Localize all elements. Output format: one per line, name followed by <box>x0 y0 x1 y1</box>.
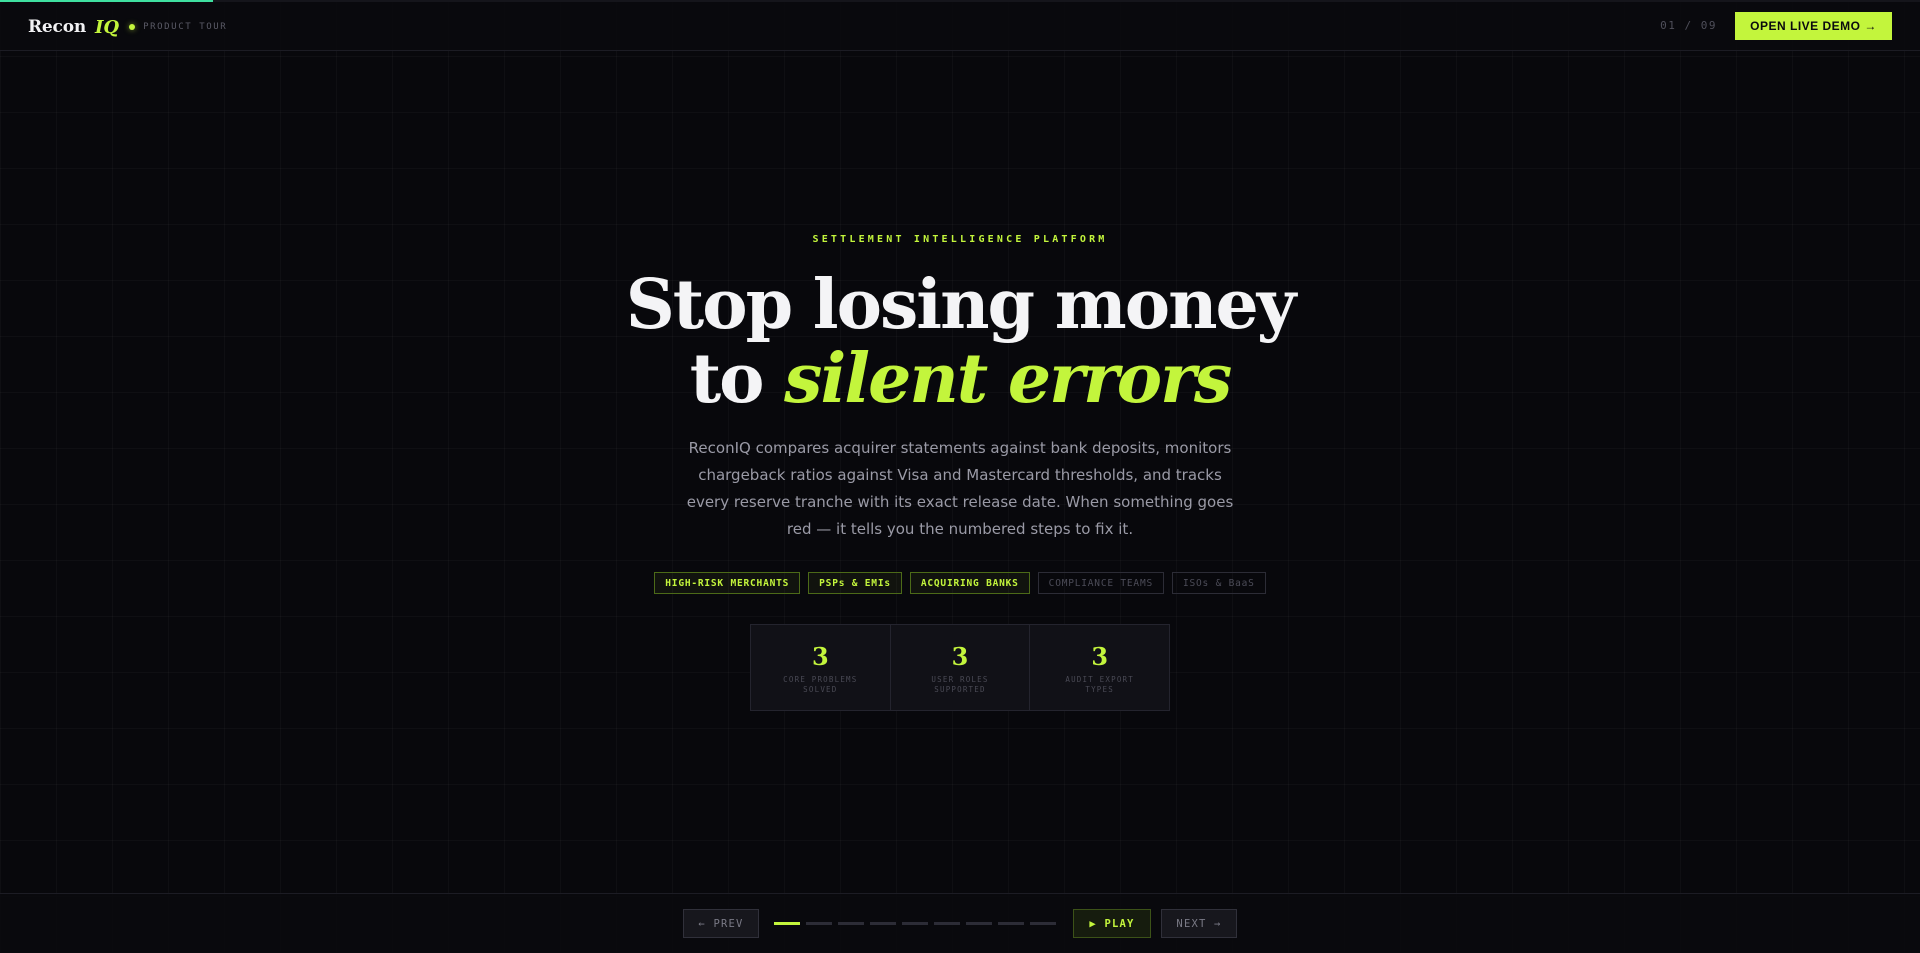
audience-chip[interactable]: ACQUIRING BANKS <box>909 572 1030 594</box>
headline-line-2-accent: silent errors <box>784 339 1232 419</box>
stat-value: 3 <box>1091 642 1109 671</box>
slide-dot[interactable] <box>806 922 832 925</box>
prev-button[interactable]: ← PREV <box>683 909 759 938</box>
audience-chip[interactable]: HIGH-RISK MERCHANTS <box>654 572 801 594</box>
slide-counter: 01 / 09 <box>1660 19 1717 32</box>
headline-line-1: Stop losing money <box>625 265 1297 345</box>
live-status-dot-icon <box>129 24 136 30</box>
stat-value: 3 <box>951 642 969 671</box>
brand-name: Recon <box>28 17 86 37</box>
stat-card: 3 USER ROLES SUPPORTED <box>891 625 1031 710</box>
brand-mark: IQ <box>95 16 120 38</box>
stat-value: 3 <box>811 642 829 671</box>
stat-card: 3 CORE PROBLEMS SOLVED <box>751 625 891 710</box>
slide-dot[interactable] <box>966 922 992 925</box>
slide-dot[interactable] <box>838 922 864 925</box>
next-button[interactable]: NEXT → <box>1161 909 1237 938</box>
audience-chip[interactable]: COMPLIANCE TEAMS <box>1037 572 1164 594</box>
slide-dot[interactable] <box>998 922 1024 925</box>
tour-navigation-bar: ← PREV ▶ PLAY NEXT → <box>0 893 1920 953</box>
audience-chip[interactable]: ISOs & BaaS <box>1171 572 1266 594</box>
slide-dot[interactable] <box>870 922 896 925</box>
slide-dot[interactable] <box>934 922 960 925</box>
audience-chip[interactable]: PSPs & EMIs <box>808 572 902 594</box>
brand[interactable]: Recon IQ PRODUCT TOUR <box>28 14 227 40</box>
stat-card: 3 AUDIT EXPORT TYPES <box>1030 625 1169 710</box>
top-bar: Recon IQ PRODUCT TOUR 01 / 09 OPEN LIVE … <box>0 2 1920 51</box>
play-button[interactable]: ▶ PLAY <box>1073 909 1151 938</box>
hero-description: ReconIQ compares acquirer statements aga… <box>686 439 1234 538</box>
stat-label: AUDIT EXPORT TYPES <box>1065 675 1134 694</box>
audience-chips: HIGH-RISK MERCHANTS PSPs & EMIs ACQUIRIN… <box>0 572 1920 594</box>
slide-dot[interactable] <box>774 922 800 925</box>
stat-label: USER ROLES SUPPORTED <box>931 675 989 694</box>
stats-panel: 3 CORE PROBLEMS SOLVED 3 USER ROLES SUPP… <box>750 624 1170 711</box>
stat-label: CORE PROBLEMS SOLVED <box>783 675 858 694</box>
brand-tag: PRODUCT TOUR <box>143 22 228 32</box>
slide-dot[interactable] <box>902 922 928 925</box>
eyebrow-label: SETTLEMENT INTELLIGENCE PLATFORM <box>812 234 1108 245</box>
open-live-demo-button[interactable]: OPEN LIVE DEMO → <box>1735 12 1892 40</box>
headline-line-2-plain: to <box>689 339 785 419</box>
slide-indicator <box>774 922 1056 925</box>
page-headline: Stop losing money to silent errors <box>0 268 1920 416</box>
slide-dot[interactable] <box>1030 922 1056 925</box>
